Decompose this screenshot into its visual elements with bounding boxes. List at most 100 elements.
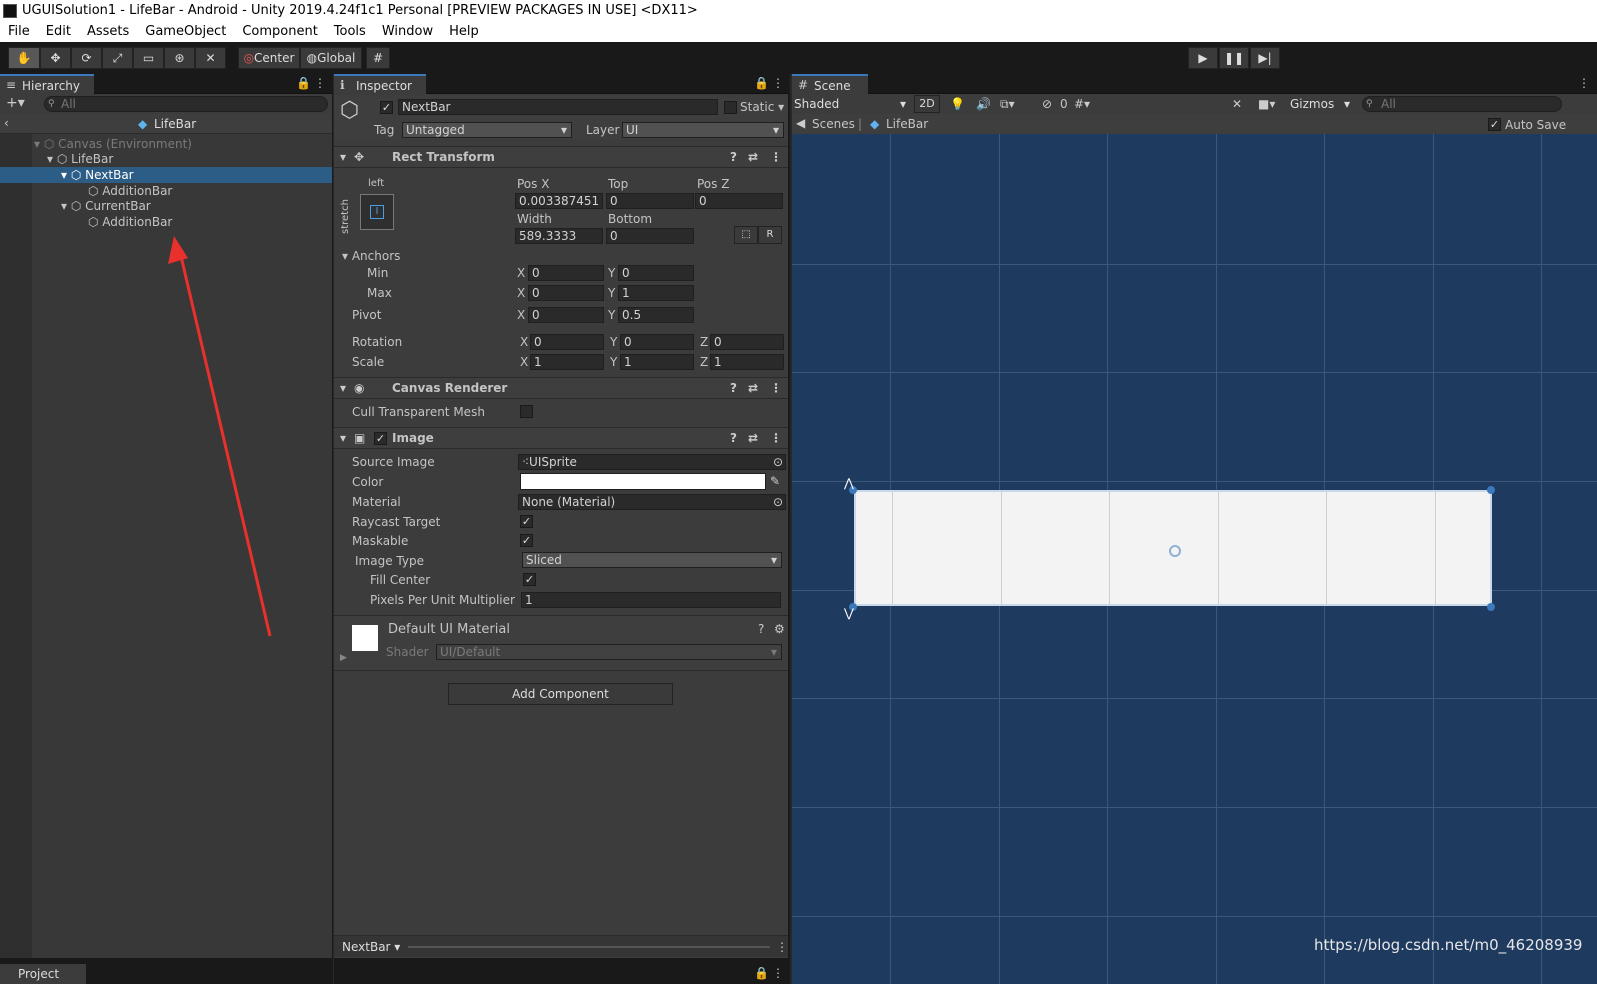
rotation-x-field[interactable]: 0	[530, 334, 604, 350]
posz-field[interactable]: 0	[695, 193, 783, 209]
raycast-target-checkbox[interactable]: ✓	[520, 515, 533, 528]
pixels-per-unit-field[interactable]: 1	[521, 592, 781, 608]
menu-tools[interactable]: Tools	[326, 22, 374, 42]
anchor-min-x-field[interactable]: 0	[528, 265, 604, 281]
top-field[interactable]: 0	[606, 193, 694, 209]
pivot-handle[interactable]	[1169, 545, 1181, 557]
hidden-objects-icon[interactable]: ⊘	[1042, 97, 1052, 111]
scale-tool-button[interactable]: ⤢	[102, 47, 133, 69]
rect-tool-button[interactable]: ▭	[133, 47, 164, 69]
menu-gameobject[interactable]: GameObject	[137, 22, 234, 42]
pivot-x-field[interactable]: 0	[528, 307, 604, 323]
cull-transparent-checkbox[interactable]	[520, 405, 533, 418]
foldout-arrow-icon[interactable]: ▶	[340, 651, 347, 665]
lock-icon[interactable]: 🔒	[754, 966, 769, 980]
pivot-y-field[interactable]: 0.5	[618, 307, 694, 323]
maskable-checkbox[interactable]: ✓	[520, 534, 533, 547]
static-dropdown[interactable]: Static ▾	[740, 99, 784, 115]
snap-button[interactable]: #	[366, 47, 390, 69]
list-item[interactable]: ▾ ⬡ LifeBar	[0, 151, 332, 167]
footer-object-dropdown[interactable]: NextBar ▾	[342, 939, 400, 955]
audio-icon[interactable]: 🔊	[976, 97, 991, 111]
menu-window[interactable]: Window	[374, 22, 441, 42]
object-picker-icon[interactable]: ⊙	[773, 495, 783, 509]
custom-tool-button[interactable]: ✕	[195, 47, 226, 69]
global-space-button[interactable]: ◍Global	[300, 47, 362, 69]
nextbar-rect[interactable]	[854, 490, 1492, 606]
breadcrumb-prefab[interactable]: LifeBar	[886, 116, 928, 132]
anchor-max-x-field[interactable]: 0	[528, 285, 604, 301]
image-type-dropdown[interactable]: Sliced ▾	[522, 552, 782, 568]
rotation-z-field[interactable]: 0	[710, 334, 784, 350]
tab-scene[interactable]: # Scene	[792, 74, 868, 95]
list-item[interactable]: ▾ ⬡ Canvas (Environment)	[0, 136, 332, 152]
more-options-icon[interactable]: ⋮	[776, 940, 788, 954]
help-icon[interactable]: ?	[758, 622, 764, 636]
help-icon[interactable]: ?	[730, 431, 737, 445]
transform-tool-button[interactable]: ⊛	[164, 47, 195, 69]
anchors-foldout[interactable]: ▾ Anchors	[342, 248, 400, 264]
scale-z-field[interactable]: 1	[710, 354, 784, 370]
bottom-field[interactable]: 0	[606, 228, 694, 244]
object-name-field[interactable]: NextBar	[398, 99, 718, 115]
move-tool-button[interactable]: ✥	[40, 47, 71, 69]
image-enabled-checkbox[interactable]: ✓	[374, 432, 387, 445]
object-picker-icon[interactable]: ⊙	[773, 455, 783, 469]
shading-mode-dropdown[interactable]: Shaded ▾	[794, 96, 906, 112]
menu-help[interactable]: Help	[441, 22, 487, 42]
list-item[interactable]: ⬡ AdditionBar	[0, 214, 332, 230]
pause-button[interactable]: ❚❚	[1219, 47, 1249, 69]
image-header[interactable]: ▾ ▣ ✓ Image ? ⇄ ⋮	[334, 427, 788, 449]
effects-icon[interactable]: ⧉▾	[1000, 97, 1015, 111]
scale-x-field[interactable]: 1	[530, 354, 604, 370]
material-field[interactable]: None (Material) ⊙	[518, 494, 786, 510]
source-image-field[interactable]: ⁖UISprite ⊙	[518, 454, 786, 470]
hand-tool-button[interactable]: ✋	[8, 47, 40, 69]
anchor-bottom-icon[interactable]: ⋁	[844, 606, 854, 620]
menu-edit[interactable]: Edit	[38, 22, 79, 42]
static-checkbox[interactable]	[724, 101, 737, 114]
rotate-tool-button[interactable]: ⟳	[71, 47, 102, 69]
color-swatch[interactable]	[520, 473, 766, 490]
hierarchy-search-input[interactable]: All	[44, 96, 328, 112]
scene-search-input[interactable]: All	[1362, 96, 1562, 112]
footer-resize-handle[interactable]	[408, 946, 770, 948]
list-item-selected[interactable]: ▾ ⬡ NextBar	[0, 167, 332, 183]
anchor-max-y-field[interactable]: 1	[618, 285, 694, 301]
help-icon[interactable]: ?	[730, 381, 737, 395]
tag-dropdown[interactable]: Untagged ▾	[402, 122, 572, 138]
posx-field[interactable]: 0.003387451	[515, 193, 603, 209]
more-options-icon[interactable]: ⋮	[770, 150, 782, 164]
menu-file[interactable]: File	[0, 22, 38, 42]
grid-icon[interactable]: #▾	[1074, 97, 1090, 111]
gear-icon[interactable]: ⚙	[774, 622, 785, 636]
presets-icon[interactable]: ⇄	[748, 150, 758, 164]
rect-transform-header[interactable]: ▾ ✥ Rect Transform ? ⇄ ⋮	[334, 146, 788, 168]
add-icon[interactable]: +▾	[6, 96, 25, 110]
auto-save-checkbox[interactable]: ✓	[1488, 118, 1501, 131]
rotation-y-field[interactable]: 0	[620, 334, 694, 350]
2d-toggle[interactable]: 2D	[914, 95, 940, 113]
scale-y-field[interactable]: 1	[620, 354, 694, 370]
list-item[interactable]: ▾ ⬡ CurrentBar	[0, 198, 332, 214]
width-field[interactable]: 589.3333	[515, 228, 603, 244]
eyedropper-icon[interactable]: ✎	[770, 474, 780, 488]
fill-center-checkbox[interactable]: ✓	[523, 573, 536, 586]
more-options-icon[interactable]: ⋮	[1578, 76, 1590, 90]
more-options-icon[interactable]: ⋮	[770, 431, 782, 445]
play-button[interactable]: ▶	[1188, 47, 1218, 69]
more-options-icon[interactable]: ⋮	[772, 76, 784, 90]
presets-icon[interactable]: ⇄	[748, 431, 758, 445]
tab-hierarchy[interactable]: ≡ Hierarchy	[0, 74, 94, 95]
list-item[interactable]: ⬡ AdditionBar	[0, 183, 332, 199]
anchor-top-icon[interactable]: ⋀	[844, 476, 854, 490]
lock-icon[interactable]: 🔒	[754, 76, 769, 90]
tab-project[interactable]: Project	[0, 964, 86, 984]
pivot-center-button[interactable]: ◎Center	[238, 47, 300, 69]
camera-icon[interactable]: ■▾	[1258, 97, 1275, 111]
raw-edit-button[interactable]: R	[758, 226, 782, 244]
menu-component[interactable]: Component	[234, 22, 325, 42]
canvas-renderer-header[interactable]: ▾ ◉ Canvas Renderer ? ⇄ ⋮	[334, 377, 788, 399]
more-options-icon[interactable]: ⋮	[772, 966, 784, 980]
anchor-min-y-field[interactable]: 0	[618, 265, 694, 281]
